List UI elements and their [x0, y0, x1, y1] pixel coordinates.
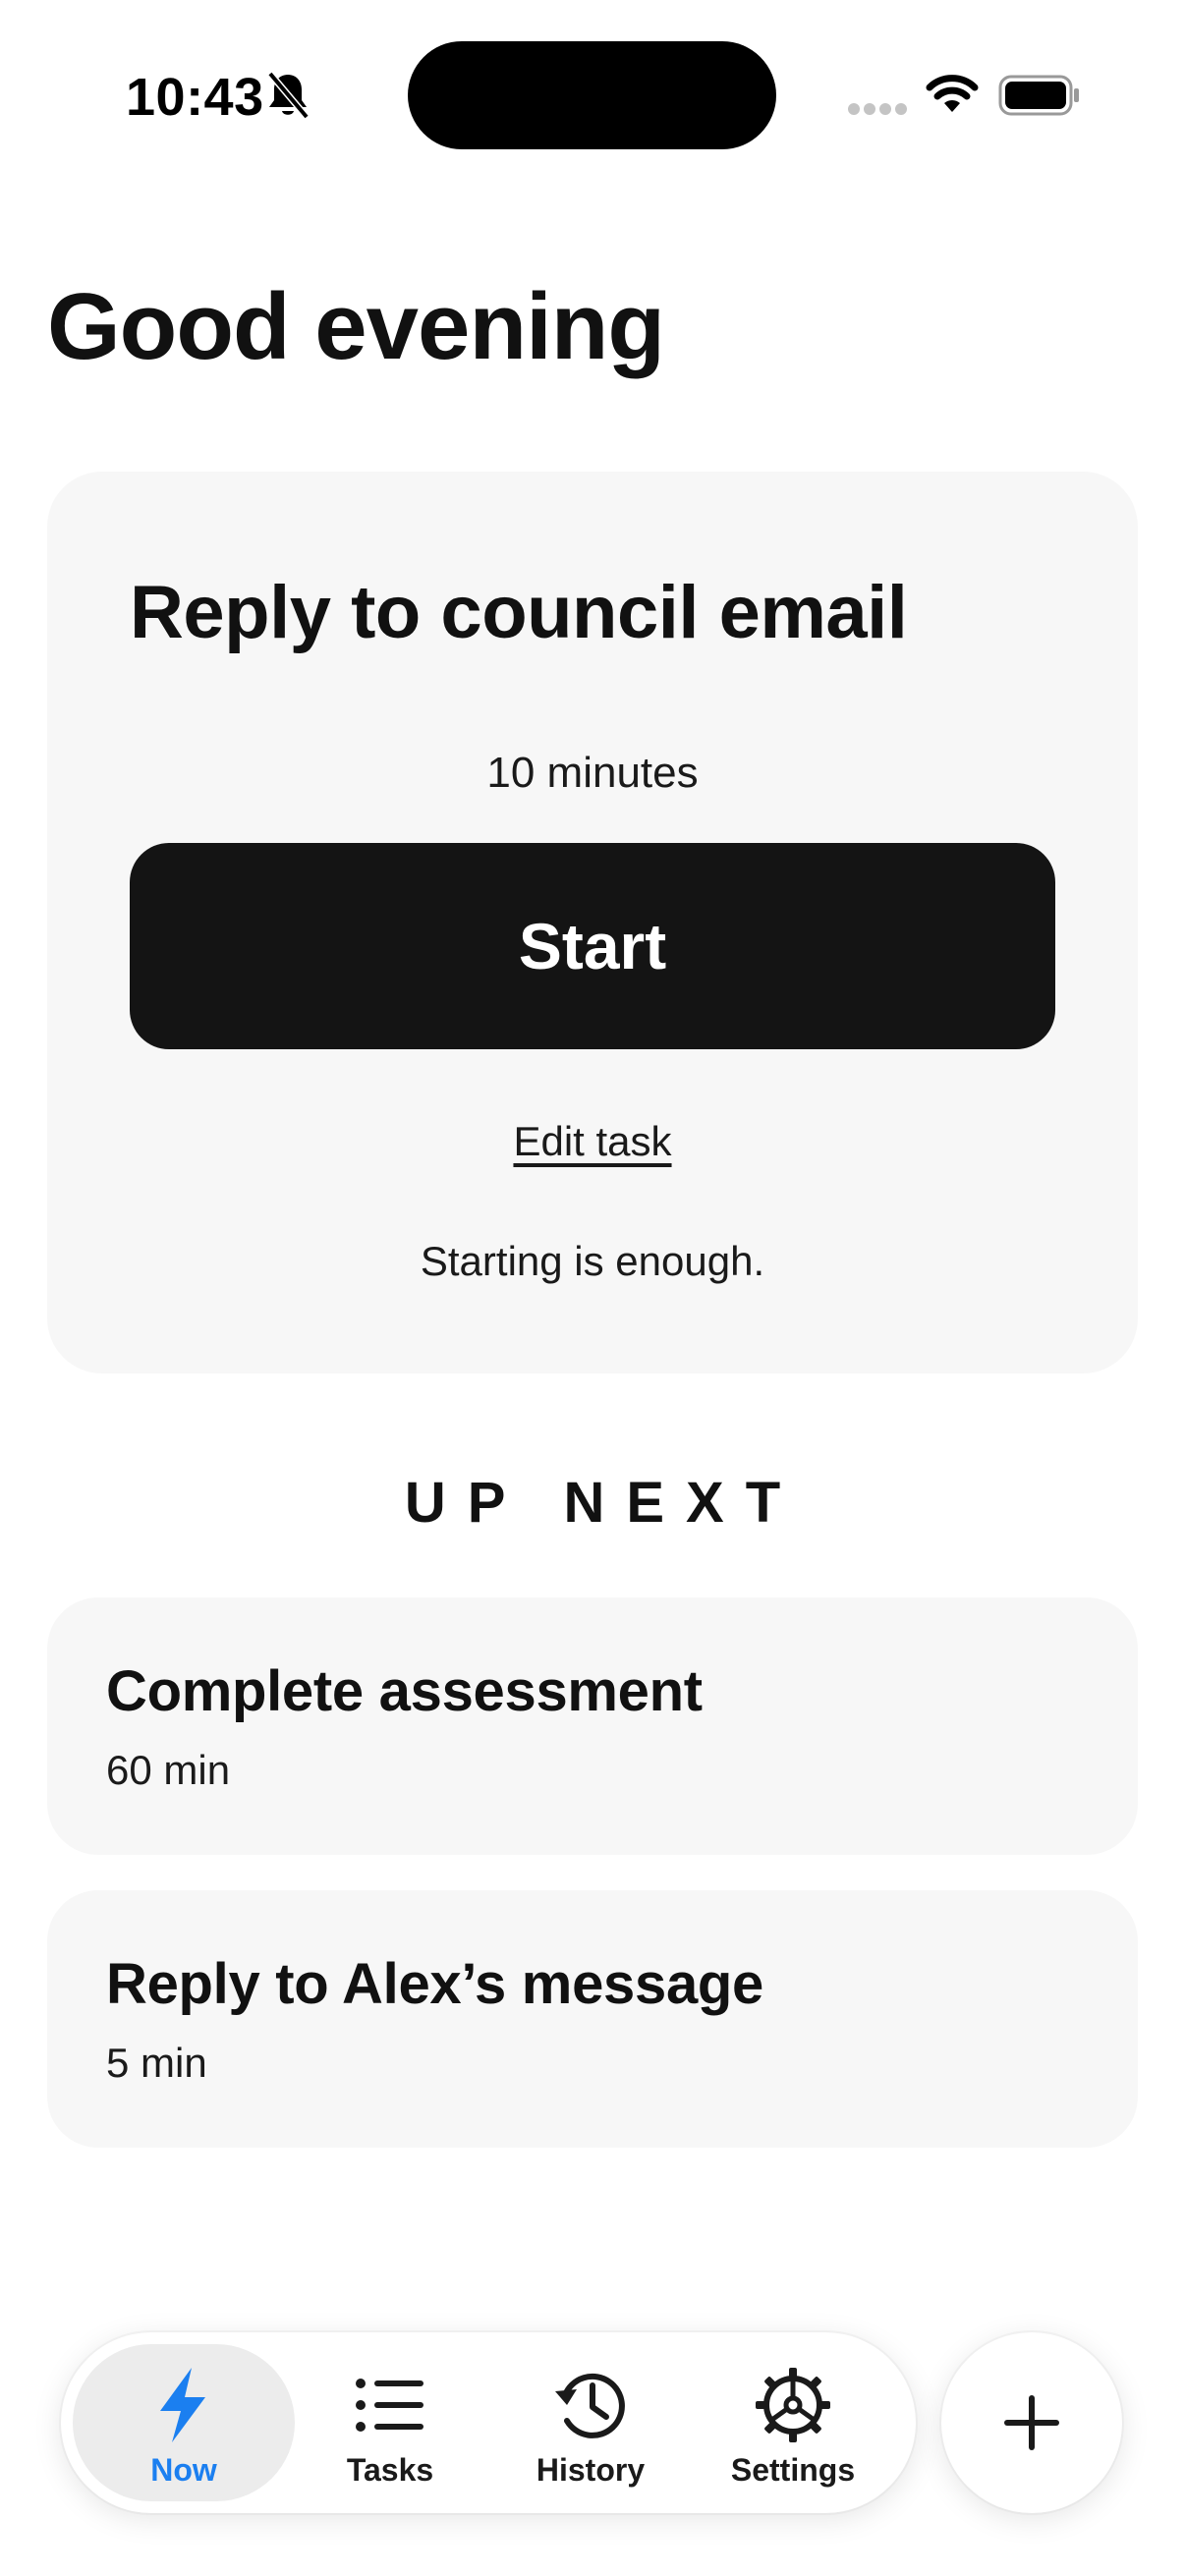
tab-now-label: Now [150, 2452, 217, 2488]
wifi-icon [926, 75, 979, 112]
tab-settings-label: Settings [730, 2452, 856, 2488]
up-next-item[interactable]: Reply to Alex’s message 5 min [47, 1890, 1138, 2148]
list-icon [356, 2379, 423, 2432]
tab-now[interactable]: Now [73, 2344, 295, 2501]
start-button[interactable]: Start [130, 843, 1055, 1049]
plus-icon [1004, 2395, 1059, 2450]
status-bar: 10:43 [0, 0, 1185, 177]
tab-history-label: History [536, 2452, 646, 2488]
lightning-icon [160, 2368, 205, 2442]
bell-muted-icon [267, 71, 310, 120]
up-next-item-title: Complete assessment [106, 1659, 703, 1723]
tab-tasks-label: Tasks [346, 2452, 434, 2488]
up-next-heading: UP NEXT [404, 1471, 803, 1535]
current-task-duration: 10 minutes [486, 749, 699, 797]
edit-task-link[interactable]: Edit task [47, 1118, 1138, 1165]
up-next-item-duration: 5 min [106, 2040, 207, 2086]
up-next-item[interactable]: Complete assessment 60 min [47, 1597, 1138, 1855]
encouragement-text: Starting is enough. [420, 1238, 765, 1284]
status-time: 10:43 [126, 68, 264, 127]
greeting-title: Good evening [47, 274, 665, 379]
up-next-item-duration: 60 min [106, 1747, 231, 1793]
dynamic-island [408, 41, 776, 149]
up-next-item-title: Reply to Alex’s message [106, 1952, 763, 2016]
tab-settings[interactable]: Settings [682, 2344, 904, 2501]
current-task-title: Reply to council email [130, 571, 908, 654]
add-task-button[interactable] [941, 2332, 1122, 2513]
battery-icon [998, 75, 1079, 116]
tab-bar: Now Tasks History Settings [61, 2332, 916, 2513]
gear-icon [756, 2368, 830, 2442]
history-icon [555, 2373, 625, 2438]
signal-dots-icon [848, 103, 907, 115]
screen: 10:43 Good evening Reply to council emai… [0, 0, 1185, 2576]
current-task-card: Reply to council email 10 minutes Start … [47, 472, 1138, 1373]
tab-tasks[interactable]: Tasks [279, 2344, 501, 2501]
tab-history[interactable]: History [480, 2344, 702, 2501]
